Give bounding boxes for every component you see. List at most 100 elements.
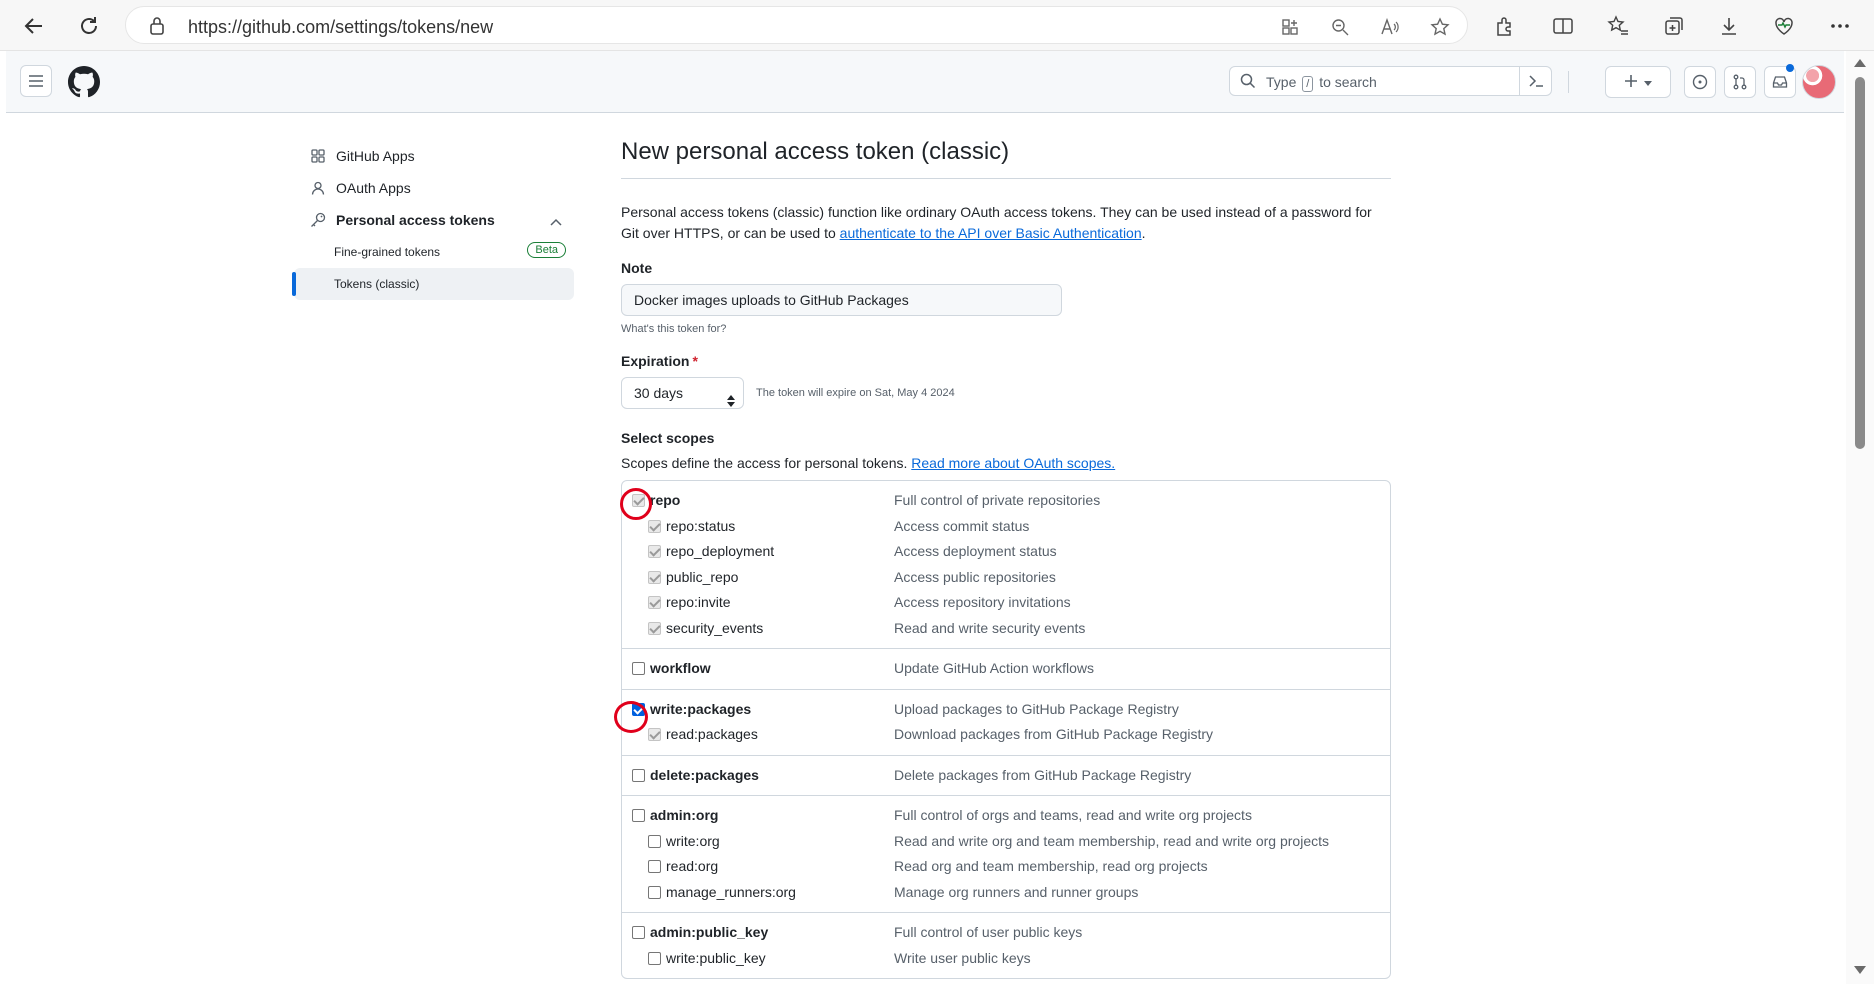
scope-name: manage_runners:org xyxy=(666,883,796,900)
scopes-description: Scopes define the access for personal to… xyxy=(621,455,1116,471)
scroll-thumb[interactable] xyxy=(1855,77,1865,449)
scope-checkbox[interactable] xyxy=(648,728,661,741)
extensions-icon[interactable] xyxy=(1492,13,1518,39)
scope-description: Download packages from GitHub Package Re… xyxy=(894,726,1214,742)
scope-group-workflow: workflow Update GitHub Action workflows xyxy=(622,648,1390,689)
scope-name: read:org xyxy=(666,858,719,874)
scopes-label: Select scopes xyxy=(621,430,715,446)
scope-group-delete-packages: delete:packages Delete packages from GitH… xyxy=(622,754,1390,796)
scope-description: Access deployment status xyxy=(894,543,1057,559)
scope-subrow: repo:status Access commit status xyxy=(622,514,1390,540)
scope-name: admin:org xyxy=(650,807,719,823)
search-placeholder: Type / to search xyxy=(1266,74,1377,92)
required-marker: * xyxy=(692,353,698,369)
url-text: https://github.com/settings/tokens/new xyxy=(188,17,494,37)
note-field[interactable]: Docker images uploads to GitHub Packages xyxy=(621,284,1062,316)
search-icon xyxy=(1240,73,1256,94)
more-options-icon[interactable] xyxy=(1827,13,1853,39)
scope-checkbox[interactable] xyxy=(648,951,661,965)
scope-subrow: repo:invite Access repository invitations xyxy=(622,590,1390,616)
split-screen-icon[interactable] xyxy=(1550,13,1576,39)
page-scrollbar[interactable] xyxy=(1846,51,1874,984)
scope-description: Update GitHub Action workflows xyxy=(894,660,1094,676)
oauth-scopes-link[interactable]: Read more about OAuth scopes. xyxy=(911,455,1115,471)
inbox-icon xyxy=(1772,76,1788,88)
key-icon xyxy=(310,212,326,228)
scope-checkbox[interactable] xyxy=(632,809,645,822)
expiration-select[interactable]: 30 days xyxy=(621,377,744,409)
address-bar[interactable]: https://github.com/settings/tokens/new xyxy=(125,6,1468,44)
sidebar-item-label: GitHub Apps xyxy=(336,148,415,164)
pull-requests-button[interactable] xyxy=(1724,66,1756,98)
scope-checkbox[interactable] xyxy=(648,545,661,558)
scope-name: read:packages xyxy=(666,726,758,742)
sidebar-item-personal-access-tokens[interactable]: Personal access tokens xyxy=(294,204,574,236)
scope-checkbox[interactable] xyxy=(632,662,645,675)
intro-text: Personal access tokens (classic) functio… xyxy=(621,204,1372,241)
scope-description: Delete packages from GitHub Package Regi… xyxy=(894,766,1192,783)
scope-checkbox[interactable] xyxy=(648,834,661,848)
app-available-icon[interactable] xyxy=(1279,16,1301,38)
scope-description: Access public repositories xyxy=(894,568,1056,585)
expiration-row: 30 days The token will expire on Sat, Ma… xyxy=(621,377,1391,409)
scope-description: Read org and team membership, read org p… xyxy=(894,858,1208,874)
issue-icon xyxy=(1692,74,1708,90)
scope-checkbox[interactable] xyxy=(632,768,645,782)
sidebar-item-label: Personal access tokens xyxy=(336,212,495,228)
scope-row: write:packages Upload packages to GitHub … xyxy=(622,697,1390,723)
collections-icon[interactable] xyxy=(1661,13,1687,39)
sidebar-item-fine-grained-tokens[interactable]: Fine-grained tokens Beta xyxy=(294,236,574,268)
sidebar-item-oauth-apps[interactable]: OAuth Apps xyxy=(294,172,574,204)
scope-subrow: security_events Read and write security e… xyxy=(622,616,1390,642)
main-content: New personal access token (classic) Pers… xyxy=(621,138,1391,979)
scope-subrow: manage_runners:org Manage org runners and… xyxy=(622,880,1390,906)
scope-row: admin:public_key Full control of user pub… xyxy=(622,920,1390,946)
scope-checkbox[interactable] xyxy=(632,926,645,939)
sidebar-item-label: Fine-grained tokens xyxy=(334,245,441,259)
scope-checkbox[interactable] xyxy=(648,860,661,873)
scope-subrow: public_repo Access public repositories xyxy=(622,565,1390,591)
scope-name: write:org xyxy=(666,832,720,849)
scope-checkbox[interactable] xyxy=(648,596,661,609)
zoom-out-icon[interactable] xyxy=(1329,16,1351,38)
scroll-up-icon[interactable] xyxy=(1854,59,1866,67)
read-aloud-icon[interactable] xyxy=(1379,16,1401,38)
person-icon xyxy=(310,180,326,196)
scope-description: Access repository invitations xyxy=(894,594,1071,610)
note-label: Note xyxy=(621,260,653,276)
scope-subrow: write:org Read and write org and team mem… xyxy=(622,829,1390,855)
browser-essentials-icon[interactable] xyxy=(1771,13,1797,39)
scope-row: repo Full control of private repositories xyxy=(622,488,1390,514)
expiration-value: 30 days xyxy=(634,385,684,401)
scope-checkbox[interactable] xyxy=(648,570,661,584)
command-palette-icon[interactable] xyxy=(1519,66,1551,96)
sidebar-item-tokens-classic[interactable]: Tokens (classic) xyxy=(292,268,574,300)
notification-dot xyxy=(1786,64,1794,72)
lock-icon xyxy=(148,16,166,41)
plus-icon xyxy=(1624,72,1638,93)
github-header: Type / to search xyxy=(6,51,1844,113)
sidebar-item-label: Tokens (classic) xyxy=(334,277,420,291)
create-new-button[interactable] xyxy=(1605,66,1671,98)
back-icon[interactable] xyxy=(18,10,50,42)
scope-checkbox[interactable] xyxy=(648,621,661,635)
scopes-list: repo Full control of private repositories… xyxy=(621,480,1391,979)
search-input[interactable]: Type / to search xyxy=(1229,66,1552,96)
scope-checkbox[interactable] xyxy=(648,885,661,899)
downloads-icon[interactable] xyxy=(1716,13,1742,39)
issues-button[interactable] xyxy=(1684,66,1716,98)
favorite-star-icon[interactable] xyxy=(1429,16,1451,38)
basic-auth-link[interactable]: authenticate to the API over Basic Authe… xyxy=(840,225,1142,241)
scope-checkbox[interactable] xyxy=(648,519,661,533)
favorites-icon[interactable] xyxy=(1605,13,1631,39)
menu-button[interactable] xyxy=(20,65,52,97)
scope-group-admin-public-key: admin:public_key Full control of user pub… xyxy=(622,912,1390,978)
sidebar-item-github-apps[interactable]: GitHub Apps xyxy=(294,140,574,172)
refresh-icon[interactable] xyxy=(73,10,105,42)
scope-subrow: read:org Read org and team membership, re… xyxy=(622,854,1390,880)
github-logo-icon[interactable] xyxy=(68,66,100,103)
scroll-down-icon[interactable] xyxy=(1854,966,1866,974)
avatar[interactable] xyxy=(1802,65,1836,99)
chevron-up-icon[interactable] xyxy=(550,213,562,229)
scope-row: delete:packages Delete packages from GitH… xyxy=(622,763,1390,789)
